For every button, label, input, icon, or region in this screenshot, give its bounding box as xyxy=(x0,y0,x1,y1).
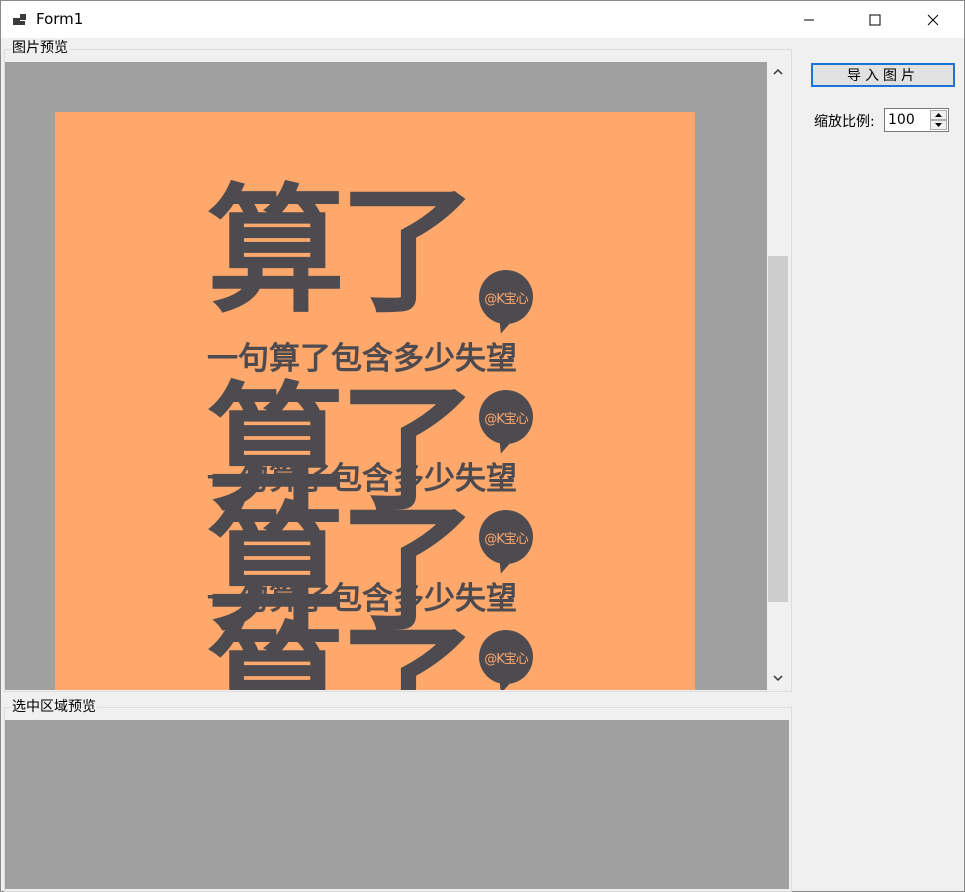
stepper-up-button[interactable] xyxy=(930,110,947,120)
watermark-text: @K宝心 xyxy=(484,531,529,547)
poster-big-text-4: 算了 xyxy=(207,607,477,691)
maximize-icon xyxy=(869,14,881,25)
poster-big-text-1: 算了 xyxy=(207,169,477,332)
title-bar[interactable]: Form1 xyxy=(1,1,964,38)
import-image-button[interactable]: 导入图片 xyxy=(811,63,955,87)
chevron-down-icon xyxy=(773,675,783,682)
watermark-text: @K宝心 xyxy=(484,651,529,667)
main-window: Form1 图片预览 算了 一句算了包含多少失望 算了 一句算了包含多少失望 算… xyxy=(0,0,965,892)
image-preview-area[interactable]: 算了 一句算了包含多少失望 算了 一句算了包含多少失望 算了 一句算了包含多少失… xyxy=(5,62,767,690)
app-icon xyxy=(13,14,26,25)
watermark-bubble: @K宝心 xyxy=(479,390,533,444)
scroll-up-button[interactable] xyxy=(767,62,789,82)
watermark-text: @K宝心 xyxy=(484,291,529,307)
image-preview-title: 图片预览 xyxy=(11,40,69,56)
triangle-up-icon xyxy=(935,113,942,117)
selection-preview-title: 选中区域预览 xyxy=(11,699,97,715)
minimize-button[interactable] xyxy=(786,1,832,38)
watermark-bubble: @K宝心 xyxy=(479,630,533,684)
scroll-down-button[interactable] xyxy=(767,668,789,688)
scroll-thumb[interactable] xyxy=(768,256,788,602)
preview-image: 算了 一句算了包含多少失望 算了 一句算了包含多少失望 算了 一句算了包含多少失… xyxy=(55,112,695,690)
chevron-up-icon xyxy=(773,68,783,75)
watermark-bubble: @K宝心 xyxy=(479,270,533,324)
triangle-down-icon xyxy=(935,123,942,127)
watermark-bubble: @K宝心 xyxy=(479,510,533,564)
minimize-icon xyxy=(804,19,814,20)
stepper-buttons xyxy=(930,110,947,130)
scale-value[interactable]: 100 xyxy=(888,112,915,128)
scale-stepper[interactable]: 100 xyxy=(884,108,949,132)
watermark-text: @K宝心 xyxy=(484,411,529,427)
maximize-button[interactable] xyxy=(852,1,898,38)
selection-preview-area xyxy=(5,720,789,889)
close-icon xyxy=(927,14,939,25)
close-button[interactable] xyxy=(910,1,956,38)
window-title: Form1 xyxy=(36,10,84,28)
stepper-down-button[interactable] xyxy=(930,120,947,130)
scale-label: 缩放比例: xyxy=(814,114,875,130)
vertical-scrollbar[interactable] xyxy=(767,62,789,690)
